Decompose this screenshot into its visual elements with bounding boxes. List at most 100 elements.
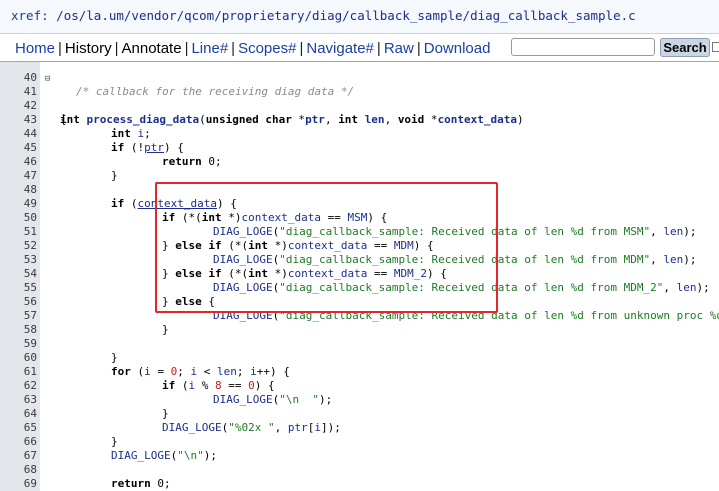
macro-diag-loge[interactable]: DIAG_LOGE (213, 393, 273, 406)
code-string: "\n" (177, 449, 204, 462)
code-comment: /* callback for the receiving diag data … (76, 85, 355, 98)
menu-scopes-link[interactable]: Scopes# (238, 40, 296, 57)
search-checkbox[interactable] (712, 42, 719, 52)
var-context-data[interactable]: context_data (288, 267, 367, 280)
code-text: } (111, 351, 118, 364)
code-line-66: 66 DIAG_LOGE("\n"); (0, 421, 217, 462)
var-i[interactable]: i (144, 365, 151, 378)
macro-diag-loge[interactable]: DIAG_LOGE (213, 253, 273, 266)
var-i[interactable]: i (250, 365, 257, 378)
code-string: "diag_callback_sample: Received data of … (279, 281, 664, 294)
code-punct: (*( (221, 239, 249, 252)
code-keyword: int (248, 239, 268, 252)
code-text: } (162, 407, 169, 420)
menu-line-link[interactable]: Line# (191, 40, 228, 57)
code-keyword: if (162, 379, 176, 392)
code-punct: = (150, 365, 171, 378)
code-punct: *) (267, 239, 288, 252)
code-text: } else if (*(int *)context_data == MDM_2… (162, 267, 447, 281)
menu-history-link[interactable]: History (65, 40, 112, 57)
code-punct: } (162, 295, 176, 308)
code-text: int process_diag_data(unsigned char *ptr… (60, 113, 524, 127)
var-len[interactable]: len (677, 281, 697, 294)
code-line-62: 62 DIAG_LOGE("\n "); (0, 365, 332, 406)
xref-file-path[interactable]: /os/la.um/vendor/qcom/proprietary/diag/c… (56, 8, 635, 23)
menu-items: Home | History | Annotate | Line# | Scopes# | Navi… (15, 40, 490, 57)
code-number: 8 (215, 379, 222, 392)
code-punct: ) { (367, 211, 388, 224)
xref-label: xref: (11, 8, 49, 23)
fold-toggle-icon[interactable]: ⊟ (45, 72, 50, 86)
var-len[interactable]: len (217, 365, 237, 378)
code-punct: { (201, 295, 215, 308)
code-line-57: 57 } (0, 295, 169, 336)
code-text: for (i = 0; i < len; i++) { (111, 365, 290, 379)
code-punct: == (221, 379, 249, 392)
code-punct: ); (318, 393, 333, 406)
macro-diag-loge[interactable]: DIAG_LOGE (213, 309, 273, 322)
code-line-55: 55 } else { (0, 267, 215, 308)
code-keyword: unsigned char (205, 113, 292, 126)
macro-mdm-2[interactable]: MDM_2 (394, 267, 427, 280)
search-input[interactable] (511, 38, 655, 56)
code-punct: ( (175, 379, 189, 392)
code-text: } (162, 323, 169, 336)
var-context-data[interactable]: context_data (138, 197, 217, 210)
macro-diag-loge[interactable]: DIAG_LOGE (111, 449, 171, 462)
param-context-data[interactable]: context_data (438, 113, 517, 126)
code-text: } (111, 435, 118, 448)
search-button[interactable]: Search (660, 38, 710, 57)
code-text: DIAG_LOGE("diag_callback_sample: Receive… (213, 281, 710, 295)
code-punct: (! (124, 141, 145, 154)
code-text: if (!ptr) { (111, 141, 184, 155)
menu-raw-link[interactable]: Raw (384, 40, 414, 57)
var-len[interactable]: len (663, 253, 683, 266)
macro-diag-loge[interactable]: DIAG_LOGE (162, 421, 222, 434)
param-ptr[interactable]: ptr (305, 113, 325, 126)
code-line-61: 61 if (i % 8 == 0) { (0, 351, 275, 392)
var-ptr[interactable]: ptr (288, 421, 308, 434)
menu-download-link[interactable]: Download (424, 40, 491, 57)
xref-path: xref: /os/la.um/vendor/qcom/proprietary/… (11, 8, 636, 23)
macro-diag-loge[interactable]: DIAG_LOGE (213, 281, 273, 294)
code-line-49: 49 if (*(int *)context_data == MSM) { (0, 183, 387, 224)
var-i[interactable]: i (314, 421, 321, 434)
code-line-44: 44 if (!ptr) { (0, 113, 184, 154)
var-context-data[interactable]: context_data (288, 239, 367, 252)
macro-msm[interactable]: MSM (347, 211, 367, 224)
code-string: "diag_callback_sample: Received data of … (279, 253, 651, 266)
menu-navigate-link[interactable]: Navigate# (306, 40, 374, 57)
code-string: "\n " (279, 393, 319, 406)
var-context-data[interactable]: context_data (242, 211, 321, 224)
code-number: 0 (208, 155, 215, 168)
code-line-67: 67 (0, 435, 40, 462)
macro-diag-loge[interactable]: DIAG_LOGE (213, 225, 273, 238)
code-line-56: 56 DIAG_LOGE("diag_callback_sample: Rece… (0, 281, 719, 322)
code-punct: ); (696, 281, 710, 294)
var-ptr[interactable]: ptr (144, 141, 164, 154)
code-view[interactable]: 40 /* callback for the receiving diag da… (0, 62, 719, 491)
code-punct: , (324, 113, 339, 126)
code-punct: ); (683, 225, 697, 238)
function-name[interactable]: process_diag_data (87, 113, 200, 126)
xref-bar: xref: /os/la.um/vendor/qcom/proprietary/… (0, 0, 719, 34)
code-keyword: int (111, 127, 131, 140)
code-keyword: if (162, 211, 176, 224)
menu-annotate-link[interactable]: Annotate (122, 40, 182, 57)
code-keyword: if (111, 141, 125, 154)
code-line-40: 40 /* callback for the receiving diag da… (0, 62, 354, 98)
var-len[interactable]: len (663, 225, 683, 238)
menu-separator: | (416, 40, 421, 57)
menu-home-link[interactable]: Home (15, 40, 55, 57)
code-text: { (60, 113, 67, 126)
code-line-59: 59 } (0, 323, 118, 364)
code-line-58: 58 (0, 309, 40, 336)
code-punct: == (367, 239, 394, 252)
code-line-43: 43 int i; (0, 99, 151, 140)
code-punct: , (650, 253, 664, 266)
macro-mdm[interactable]: MDM (394, 239, 414, 252)
code-string: "%02x " (228, 421, 275, 434)
code-text: DIAG_LOGE("diag_callback_sample: Receive… (213, 309, 719, 323)
param-len[interactable]: len (365, 113, 385, 126)
code-keyword: void (397, 113, 425, 126)
